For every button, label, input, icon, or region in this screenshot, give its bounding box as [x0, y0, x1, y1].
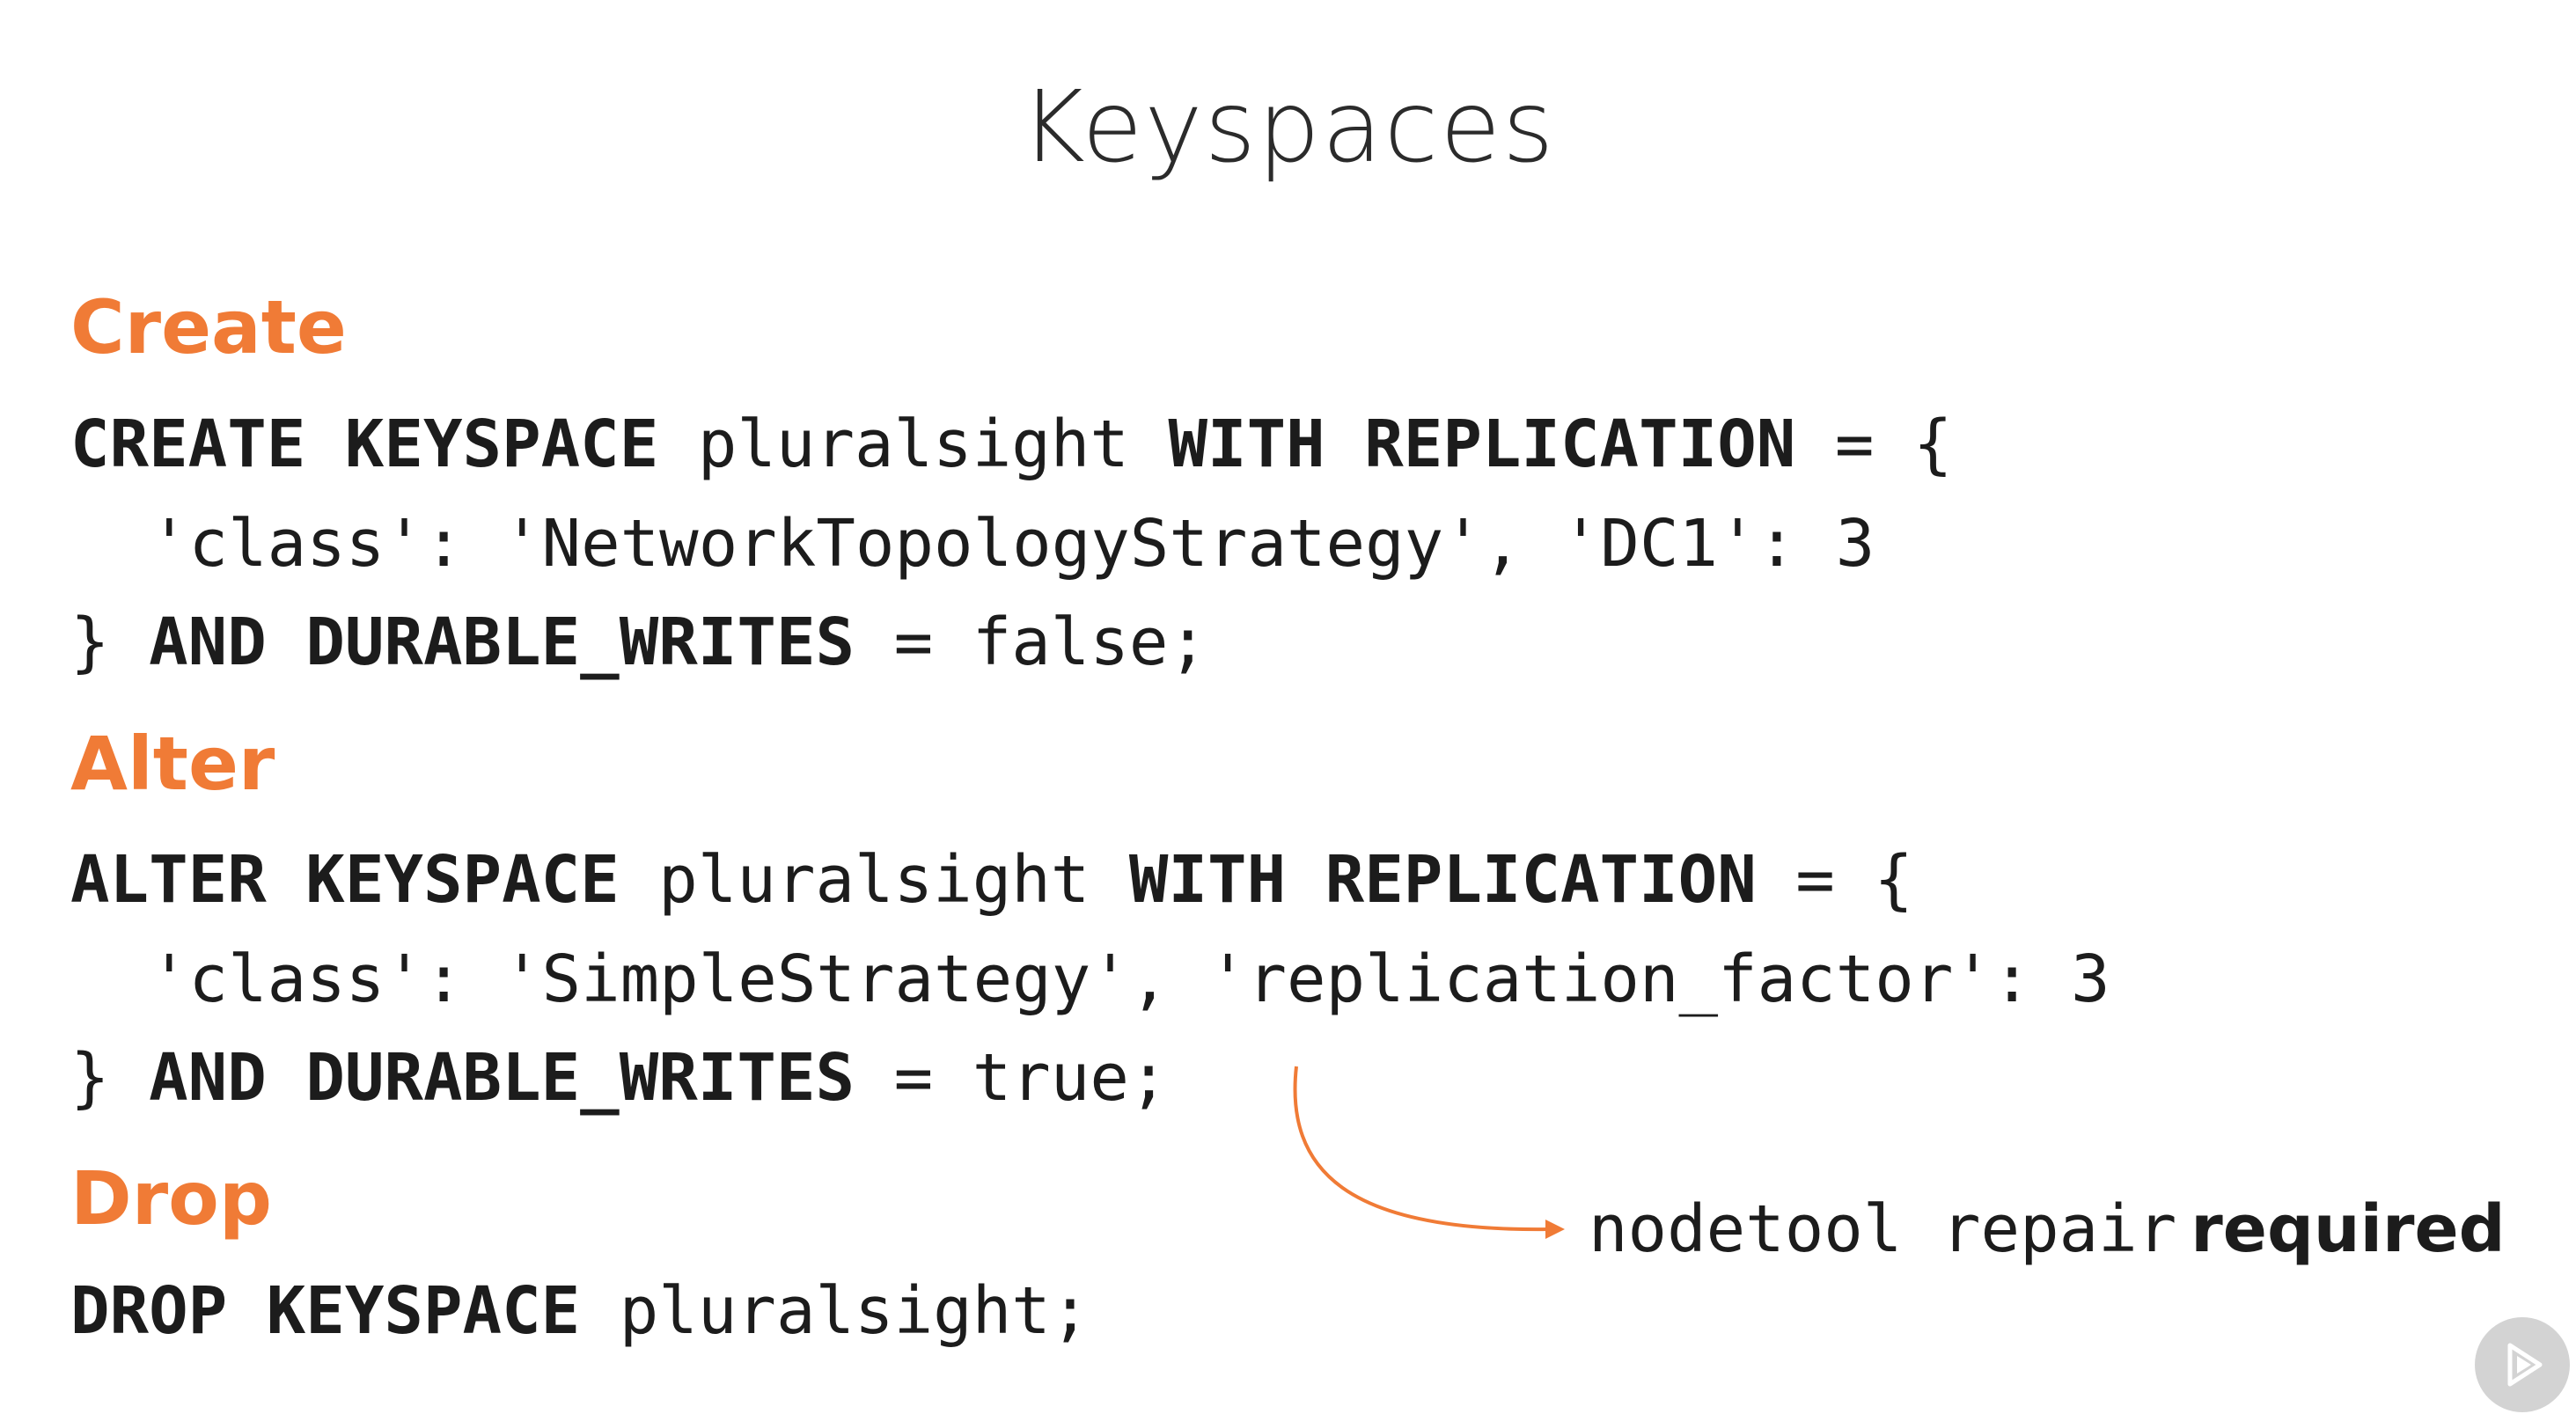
note-suffix: required [2191, 1191, 2506, 1267]
code-text: = true; [855, 1040, 1169, 1116]
code-keyword: ALTER KEYSPACE [70, 842, 620, 918]
slide-title: Keyspaces [1020, 70, 1556, 185]
code-line-alter-3: } AND DURABLE_WRITES = true; [70, 1034, 1168, 1122]
code-brace: } [70, 604, 150, 680]
code-keyword: AND DURABLE_WRITES [149, 1040, 855, 1116]
code-keyword: CREATE KEYSPACE [70, 407, 659, 482]
code-keyword: AND DURABLE_WRITES [149, 604, 855, 680]
arrow-head [1545, 1220, 1565, 1239]
code-text: = { [1795, 407, 1953, 482]
play-button[interactable] [2475, 1317, 2570, 1412]
code-identifier: pluralsight [658, 407, 1169, 482]
code-line-drop-1: DROP KEYSPACE pluralsight; [70, 1267, 1090, 1355]
section-heading-alter: Alter [70, 721, 275, 807]
code-line-create-1: CREATE KEYSPACE pluralsight WITH REPLICA… [70, 400, 1953, 488]
play-icon [2507, 1343, 2543, 1387]
code-line-alter-1: ALTER KEYSPACE pluralsight WITH REPLICAT… [70, 836, 1913, 924]
section-heading-drop: Drop [70, 1155, 272, 1242]
section-heading-create: Create [70, 284, 347, 370]
note-command: nodetool repair [1589, 1191, 2177, 1267]
code-keyword: WITH REPLICATION [1168, 407, 1796, 482]
code-brace: } [70, 1040, 150, 1116]
arrow-curve [1293, 1066, 1550, 1232]
code-line-create-3: } AND DURABLE_WRITES = false; [70, 598, 1207, 686]
repair-note: nodetool repair required [1589, 1185, 2506, 1291]
code-text: = false; [855, 604, 1208, 680]
code-keyword: WITH REPLICATION [1128, 842, 1757, 918]
code-line-alter-2: 'class': 'SimpleStrategy', 'replication_… [150, 941, 2110, 1017]
code-text: = { [1756, 842, 1913, 918]
code-text: pluralsight; [580, 1273, 1090, 1349]
code-keyword: DROP KEYSPACE [70, 1273, 581, 1349]
code-identifier: pluralsight [619, 842, 1129, 918]
code-line-create-2: 'class': 'NetworkTopologyStrategy', 'DC1… [150, 506, 1875, 582]
